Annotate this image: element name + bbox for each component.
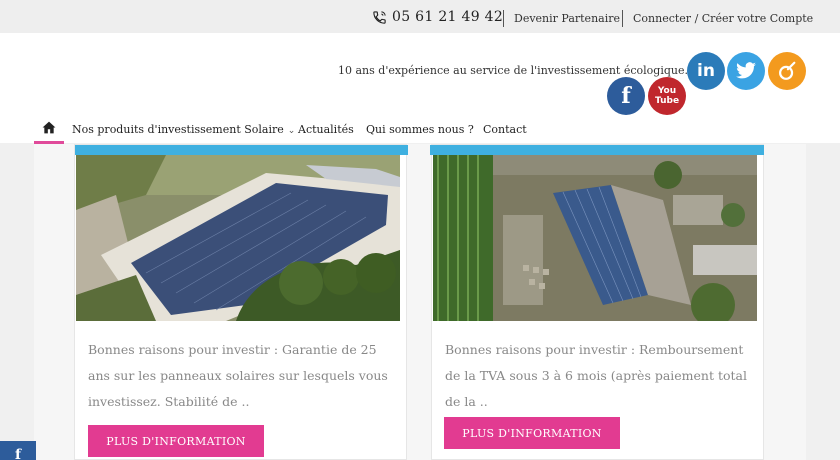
partner-link[interactable]: Devenir Partenaire	[514, 12, 620, 25]
product-card: Bonnes raisons pour investir : Garantie …	[74, 144, 408, 460]
phone-text: 05 61 21 49 42	[392, 9, 504, 25]
youtube-icon[interactable]: You Tube	[648, 77, 686, 115]
floating-facebook-button[interactable]: f	[0, 441, 36, 460]
nav-item-contact[interactable]: Contact	[483, 123, 527, 136]
linkedin-label: in	[697, 61, 715, 81]
viadeo-icon[interactable]	[768, 52, 806, 90]
more-info-button[interactable]: PLUS D'INFORMATION	[444, 417, 620, 449]
home-icon	[42, 121, 56, 134]
tagline: 10 ans d'expérience au service de l'inve…	[338, 64, 688, 77]
twitter-icon[interactable]	[727, 52, 765, 90]
solar-roof-image[interactable]	[76, 155, 400, 321]
card-description: Bonnes raisons pour investir : Garantie …	[88, 342, 388, 409]
nav-item-products[interactable]: Nos produits d'investissement Solaire ⌄	[72, 123, 295, 136]
nav-item-about[interactable]: Qui sommes nous ?	[366, 123, 474, 136]
viadeo-glyph	[779, 61, 796, 80]
youtube-label-top: You	[657, 86, 677, 96]
facebook-label: f	[621, 83, 631, 109]
card-header-band	[75, 145, 408, 155]
phone-icon	[373, 10, 386, 24]
card-description: Bonnes raisons pour investir : Rembourse…	[445, 342, 747, 409]
home-nav-button[interactable]	[34, 114, 64, 144]
phone-number[interactable]: 05 61 21 49 42	[372, 9, 503, 25]
linkedin-icon[interactable]: in	[687, 52, 725, 90]
main-nav: Nos produits d'investissement Solaire ⌄ A…	[0, 114, 840, 144]
card-header-band	[430, 145, 764, 155]
divider	[503, 10, 504, 27]
chevron-down-icon: ⌄	[287, 126, 296, 136]
youtube-label-bottom: Tube	[654, 96, 680, 106]
account-link[interactable]: Connecter / Créer votre Compte	[633, 12, 813, 25]
content-area: Bonnes raisons pour investir : Garantie …	[34, 144, 806, 460]
more-info-button[interactable]: PLUS D'INFORMATION	[88, 425, 264, 457]
divider	[622, 10, 623, 27]
top-bar: 05 61 21 49 42 Devenir Partenaire Connec…	[0, 0, 840, 33]
solar-roof-image[interactable]	[433, 155, 757, 321]
nav-item-label: Nos produits d'investissement Solaire	[72, 123, 284, 136]
twitter-bird-glyph	[736, 62, 756, 79]
facebook-icon[interactable]: f	[607, 77, 645, 115]
facebook-label: f	[14, 447, 22, 460]
nav-item-news[interactable]: Actualités	[298, 123, 354, 136]
product-card: Bonnes raisons pour investir : Rembourse…	[430, 144, 764, 460]
